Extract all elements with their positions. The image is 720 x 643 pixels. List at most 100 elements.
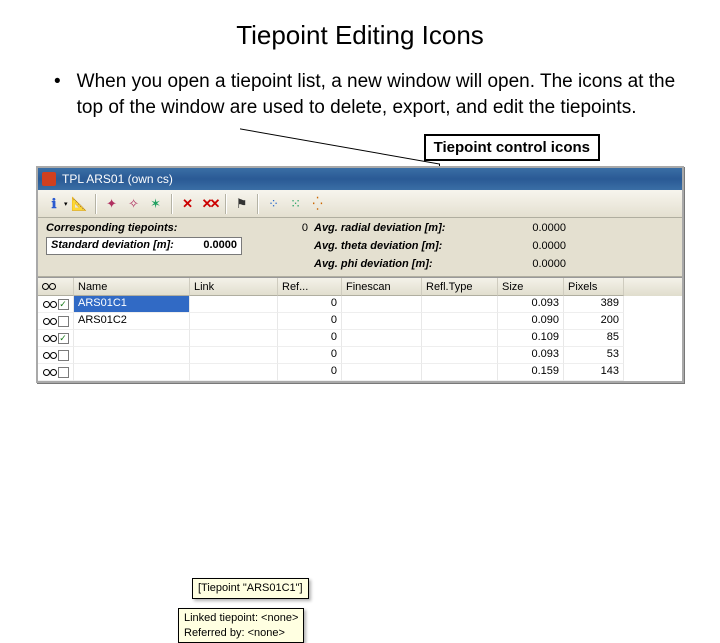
tiepoint-icon-2[interactable]: ✧ [124,194,144,214]
row-icons [38,347,74,364]
binoculars-icon [43,316,57,327]
cell-finescan [342,296,422,313]
tiepoint-icon-1[interactable]: ✦ [102,194,122,214]
scatter-icon-2[interactable]: ⁙ [286,194,306,214]
bullet-text: When you open a tiepoint list, a new win… [77,69,690,120]
std-label: Standard deviation [m]: [47,238,185,254]
col-size[interactable]: Size [498,278,564,296]
delete-icon[interactable]: ✕ [178,194,198,214]
cell-pixels: 53 [564,347,624,364]
scatter-icon-1[interactable]: ⁘ [264,194,284,214]
avg-phi-value: 0.0000 [510,258,566,270]
table-row[interactable]: 0 0.159143 [38,364,682,381]
cell-finescan [342,313,422,330]
col-name[interactable]: Name [74,278,190,296]
window-titlebar[interactable]: TPL ARS01 (own cs) [38,168,682,190]
row-icons [38,313,74,330]
cell-ref: 0 [278,296,342,313]
tiepoint-icon-3[interactable]: ✶ [146,194,166,214]
col-icon[interactable] [38,278,74,296]
callout-label: Tiepoint control icons [424,134,600,161]
binoculars-icon [43,367,57,378]
cell-refltype [422,330,498,347]
page-title: Tiepoint Editing Icons [30,20,690,51]
app-icon [42,172,56,186]
row-icons [38,364,74,381]
row-checkbox[interactable] [58,367,69,378]
col-finescan[interactable]: Finescan [342,278,422,296]
col-ref[interactable]: Ref... [278,278,342,296]
delete-all-icon[interactable]: ✕✕ [200,194,220,214]
cell-ref: 0 [278,364,342,381]
col-pixels[interactable]: Pixels [564,278,624,296]
bullet-dot: • [54,69,61,120]
cell-size: 0.093 [498,296,564,313]
ruler-icon[interactable]: 📐 [70,194,90,214]
chevron-down-icon[interactable]: ▾ [64,200,68,208]
cell-refltype [422,296,498,313]
cell-finescan [342,330,422,347]
bullet-item: • When you open a tiepoint list, a new w… [54,69,690,120]
cell-ref: 0 [278,330,342,347]
corresp-label: Corresponding tiepoints: [46,222,246,234]
cell-name: ARS01C1 [74,296,190,313]
table-row[interactable]: 0 0.09353 [38,347,682,364]
table-header[interactable]: Name Link Ref... Finescan Refl.Type Size… [38,278,682,296]
cell-link [190,296,278,313]
cell-name [74,330,190,347]
cell-pixels: 143 [564,364,624,381]
std-deviation-box: Standard deviation [m]: 0.0000 [46,237,246,255]
binoculars-icon [43,350,57,361]
table-row[interactable]: ARS01C200.090200 [38,313,682,330]
binoculars-icon [43,299,57,310]
cell-name [74,364,190,381]
toolbar: ℹ ▾ 📐 ✦ ✧ ✶ ✕ ✕✕ ⚑ ⁘ ⁙ ⁛ [38,190,682,218]
tiepoint-table: Name Link Ref... Finescan Refl.Type Size… [38,277,682,381]
binoculars-icon [43,333,57,344]
cell-refltype [422,313,498,330]
table-row[interactable]: ✓00.10985 [38,330,682,347]
col-refltype[interactable]: Refl.Type [422,278,498,296]
toolbar-separator [95,194,97,214]
tooltip-link-info: Linked tiepoint: <none> Referred by: <no… [178,608,304,643]
toolbar-separator [225,194,227,214]
cell-size: 0.093 [498,347,564,364]
avg-radial-value: 0.0000 [510,222,566,234]
cell-finescan [342,364,422,381]
toolbar-separator [257,194,259,214]
tooltip-line1: Linked tiepoint: <none> [184,612,298,624]
cell-ref: 0 [278,347,342,364]
cell-name [74,347,190,364]
tooltip-line2: Referred by: <none> [184,627,285,639]
scatter-icon-3[interactable]: ⁛ [308,194,328,214]
row-checkbox[interactable]: ✓ [58,333,69,344]
binoculars-icon [42,281,56,292]
cell-link [190,347,278,364]
cell-refltype [422,364,498,381]
stats-panel: Corresponding tiepoints: 0 Avg. radial d… [38,218,682,277]
cell-link [190,313,278,330]
avg-radial-label: Avg. radial deviation [m]: [314,222,504,234]
cell-link [190,364,278,381]
avg-theta-value: 0.0000 [510,240,566,252]
row-checkbox[interactable] [58,350,69,361]
tooltip-tiepoint-name: [Tiepoint "ARS01C1"] [192,578,309,598]
toolbar-separator [171,194,173,214]
info-icon[interactable]: ℹ [44,194,64,214]
flag-icon[interactable]: ⚑ [232,194,252,214]
row-icons: ✓ [38,330,74,347]
row-checkbox[interactable] [58,316,69,327]
avg-phi-label: Avg. phi deviation [m]: [314,258,504,270]
table-row[interactable]: ✓ARS01C100.093389 [38,296,682,313]
tiepoint-window: TPL ARS01 (own cs) ℹ ▾ 📐 ✦ ✧ ✶ ✕ ✕✕ ⚑ ⁘ … [36,166,684,383]
cell-refltype [422,347,498,364]
col-link[interactable]: Link [190,278,278,296]
cell-size: 0.090 [498,313,564,330]
cell-finescan [342,347,422,364]
cell-size: 0.159 [498,364,564,381]
cell-ref: 0 [278,313,342,330]
cell-pixels: 200 [564,313,624,330]
row-checkbox[interactable]: ✓ [58,299,69,310]
cell-size: 0.109 [498,330,564,347]
avg-theta-label: Avg. theta deviation [m]: [314,240,504,252]
